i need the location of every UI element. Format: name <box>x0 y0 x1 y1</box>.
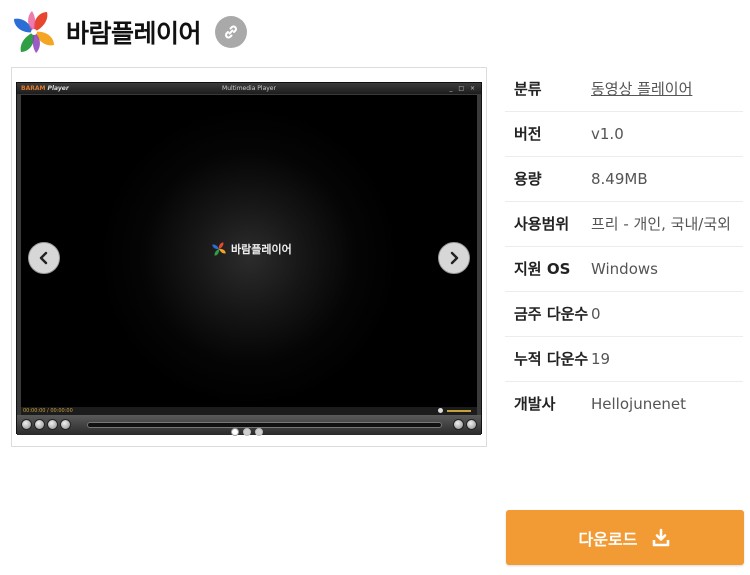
info-label: 분류 <box>514 80 542 98</box>
info-row-category: 분류 동영상 플레이어 <box>505 67 743 112</box>
player-titlebar: BARAM Player Multimedia Player _ □ × <box>17 83 481 94</box>
info-label: 사용범위 <box>514 215 570 233</box>
download-button[interactable]: 다운로드 <box>506 510 744 565</box>
volume-bar <box>447 410 471 412</box>
player-control-button <box>47 419 58 430</box>
carousel-prev-button[interactable] <box>28 242 60 274</box>
player-control-button <box>34 419 45 430</box>
info-value: 프리 - 개인, 국내/국외 <box>591 215 731 233</box>
download-icon <box>653 528 670 546</box>
app-header: 바람플레이어 <box>10 8 248 56</box>
info-row-license: 사용범위 프리 - 개인, 국내/국외 <box>505 202 743 247</box>
info-value: v1.0 <box>591 125 624 143</box>
info-value: 0 <box>591 305 601 323</box>
carousel-next-button[interactable] <box>438 242 470 274</box>
carousel-dots <box>231 428 263 436</box>
player-control-button <box>466 419 477 430</box>
player-time: 00:00:00 / 00:00:00 <box>23 408 73 414</box>
carousel-dot[interactable] <box>243 428 251 436</box>
info-row-weekly-downloads: 금주 다운수 0 <box>505 292 743 337</box>
player-video-area: 바람플레이어 <box>21 95 477 407</box>
player-window-buttons: _ □ × <box>449 85 477 92</box>
pinwheel-small-icon <box>212 242 226 256</box>
info-label: 개발사 <box>514 395 556 413</box>
info-label: 버전 <box>514 125 542 143</box>
screenshot-carousel: BARAM Player Multimedia Player _ □ × 바람플… <box>11 67 487 447</box>
info-label: 누적 다운수 <box>514 350 589 368</box>
info-row-os: 지원 OS Windows <box>505 247 743 292</box>
info-label: 지원 OS <box>514 260 571 278</box>
player-screenshot: BARAM Player Multimedia Player _ □ × 바람플… <box>16 82 482 435</box>
carousel-dot[interactable] <box>231 428 239 436</box>
player-control-button <box>453 419 464 430</box>
player-splash-logo: 바람플레이어 <box>211 241 292 257</box>
app-info-table: 분류 동영상 플레이어 버전 v1.0 용량 8.49MB 사용범위 프리 - … <box>505 67 743 426</box>
player-control-button <box>21 419 32 430</box>
player-splash-name: 바람플레이어 <box>231 243 292 256</box>
info-value: 8.49MB <box>591 170 648 188</box>
info-label: 용량 <box>514 170 542 188</box>
volume-knob <box>438 408 443 413</box>
info-row-developer: 개발사 Hellojunenet <box>505 382 743 426</box>
link-icon <box>225 25 237 39</box>
info-row-version: 버전 v1.0 <box>505 112 743 157</box>
info-value: 19 <box>591 350 611 368</box>
info-row-total-downloads: 누적 다운수 19 <box>505 337 743 382</box>
player-seek-bar <box>87 422 442 428</box>
info-value: Windows <box>591 260 658 278</box>
category-link[interactable]: 동영상 플레이어 <box>591 80 692 98</box>
copy-link-button[interactable] <box>215 16 248 48</box>
player-caption: Multimedia Player <box>222 85 276 92</box>
chevron-right-icon <box>450 251 459 265</box>
info-value: Hellojunenet <box>591 395 687 413</box>
carousel-dot[interactable] <box>255 428 263 436</box>
app-title: 바람플레이어 <box>66 19 202 48</box>
chevron-left-icon <box>39 251 48 265</box>
info-row-size: 용량 8.49MB <box>505 157 743 202</box>
download-label: 다운로드 <box>578 529 638 549</box>
player-control-button <box>60 419 71 430</box>
info-label: 금주 다운수 <box>514 305 589 323</box>
player-timebar: 00:00:00 / 00:00:00 <box>21 407 477 415</box>
pinwheel-logo-icon <box>14 11 54 53</box>
